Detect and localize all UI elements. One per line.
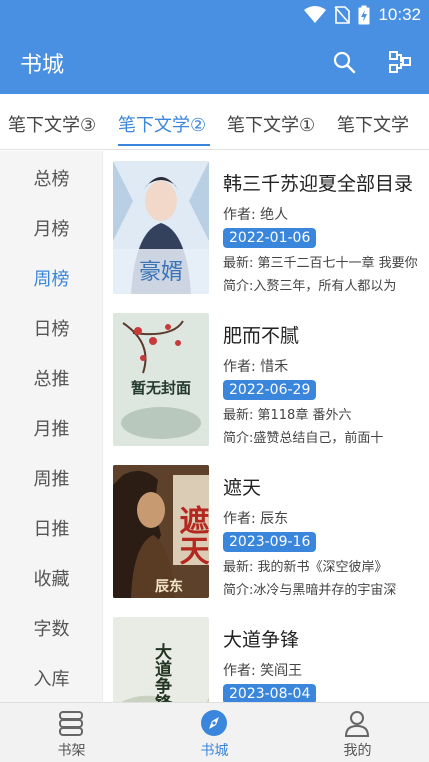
book-latest-chapter: 最新: 第三千二百七十一章 我要你 [223,256,418,271]
book-title: 肥而不腻 [223,325,300,347]
rank-item-day-rec[interactable]: 日推 [0,515,103,541]
rank-item-month[interactable]: 月榜 [0,215,103,241]
book-title: 遮天 [223,477,262,499]
book-list: 豪婿 韩三千苏迎夏全部目录 作者: 绝人 2022-01-06 最新: 第三千二… [103,151,429,702]
tab-bixia-1[interactable]: 笔下文学① [227,111,315,137]
rank-item-total[interactable]: 总榜 [0,165,103,191]
share-icon[interactable] [388,50,412,74]
status-icons: 10:32 [304,4,421,26]
book-date-badge: 2023-09-16 [223,532,317,552]
rank-item-week[interactable]: 周榜 [0,265,103,291]
rank-item-day[interactable]: 日榜 [0,315,103,341]
no-sim-icon [334,6,351,24]
rank-item-week-rec[interactable]: 周推 [0,465,103,491]
cover-title: 大道争锋 [151,642,172,702]
status-time: 10:32 [378,5,421,24]
tab-bixia[interactable]: 笔下文学 [337,111,409,137]
book-intro: 简介:入赘三年，所有人都以为 [223,279,397,294]
book-latest-chapter: 最新: 我的新书《深空彼岸》 [223,560,388,575]
tab-bixia-2[interactable]: 笔下文学② [118,111,206,137]
search-icon[interactable] [332,50,356,74]
app-bar: 书城 [0,30,429,94]
battery-charging-icon [358,5,370,25]
book-cover: 豪婿 [113,161,209,294]
rank-item-wordcount[interactable]: 字数 [0,615,103,641]
bookshelf-icon [59,711,83,736]
book-date-badge: 2022-01-06 [223,228,317,248]
cover-title: 豪婿 [139,260,183,285]
category-tabs: 笔下文学③ 笔下文学② 笔下文学① 笔下文学 [0,94,429,150]
rank-item-month-rec[interactable]: 月推 [0,415,103,441]
book-author: 作者: 辰东 [223,511,289,527]
book-date-badge: 2023-08-04 [223,684,317,702]
rank-item-favorites[interactable]: 收藏 [0,565,103,591]
book-cover: 暂无封面 [113,313,209,446]
person-icon [344,711,370,737]
book-author: 作者: 惜禾 [223,359,289,375]
nav-bookshelf[interactable]: 书架 [0,703,143,762]
status-bar: 10:32 [0,0,429,30]
rank-item-total-rec[interactable]: 总推 [0,365,103,391]
bottom-nav: 书架 书城 我的 [0,702,429,762]
rank-sidebar: 总榜 月榜 周榜 日榜 总推 月推 周推 日推 收藏 字数 入库 [0,151,103,702]
book-date-badge: 2022-06-29 [223,380,317,400]
rank-item-new[interactable]: 入库 [0,665,103,691]
book-cover: 遮天 辰东 [113,465,209,598]
book-author: 作者: 笑阎王 [223,663,303,679]
book-list-item[interactable]: 大道争锋 大道争锋 作者: 笑阎王 2023-08-04 [103,607,429,702]
active-tab-indicator [118,144,210,146]
book-list-item[interactable]: 豪婿 韩三千苏迎夏全部目录 作者: 绝人 2022-01-06 最新: 第三千二… [103,151,429,301]
nav-label: 我的 [343,743,372,759]
cover-title: 遮天 [174,504,210,565]
nav-profile[interactable]: 我的 [286,703,429,762]
book-title: 韩三千苏迎夏全部目录 [223,173,414,195]
wifi-icon [304,6,327,23]
book-title: 大道争锋 [223,629,300,651]
cover-title: 暂无封面 [131,379,191,397]
book-intro: 简介:盛赞总结自己，前面十 [223,431,384,446]
compass-icon [201,710,227,736]
book-list-item[interactable]: 遮天 辰东 遮天 作者: 辰东 2023-09-16 最新: 我的新书《深空彼岸… [103,455,429,605]
tab-bixia-3[interactable]: 笔下文学③ [8,111,96,137]
book-cover: 大道争锋 [113,617,209,702]
app-root: 10:32 书城 笔下文学③ 笔下文学② 笔下文学① 笔下文学 总榜 月榜 周榜… [0,0,429,762]
page-title: 书城 [20,53,65,78]
nav-bookstore[interactable]: 书城 [143,703,286,762]
cover-author: 辰东 [155,578,183,595]
book-latest-chapter: 最新: 第118章 番外六 [223,408,352,423]
nav-label: 书城 [200,743,229,759]
book-author: 作者: 绝人 [223,207,289,223]
nav-label: 书架 [57,743,86,759]
book-list-item[interactable]: 暂无封面 肥而不腻 作者: 惜禾 2022-06-29 最新: 第118章 番外… [103,303,429,453]
book-intro: 简介:冰冷与黑暗并存的宇宙深 [223,583,397,598]
